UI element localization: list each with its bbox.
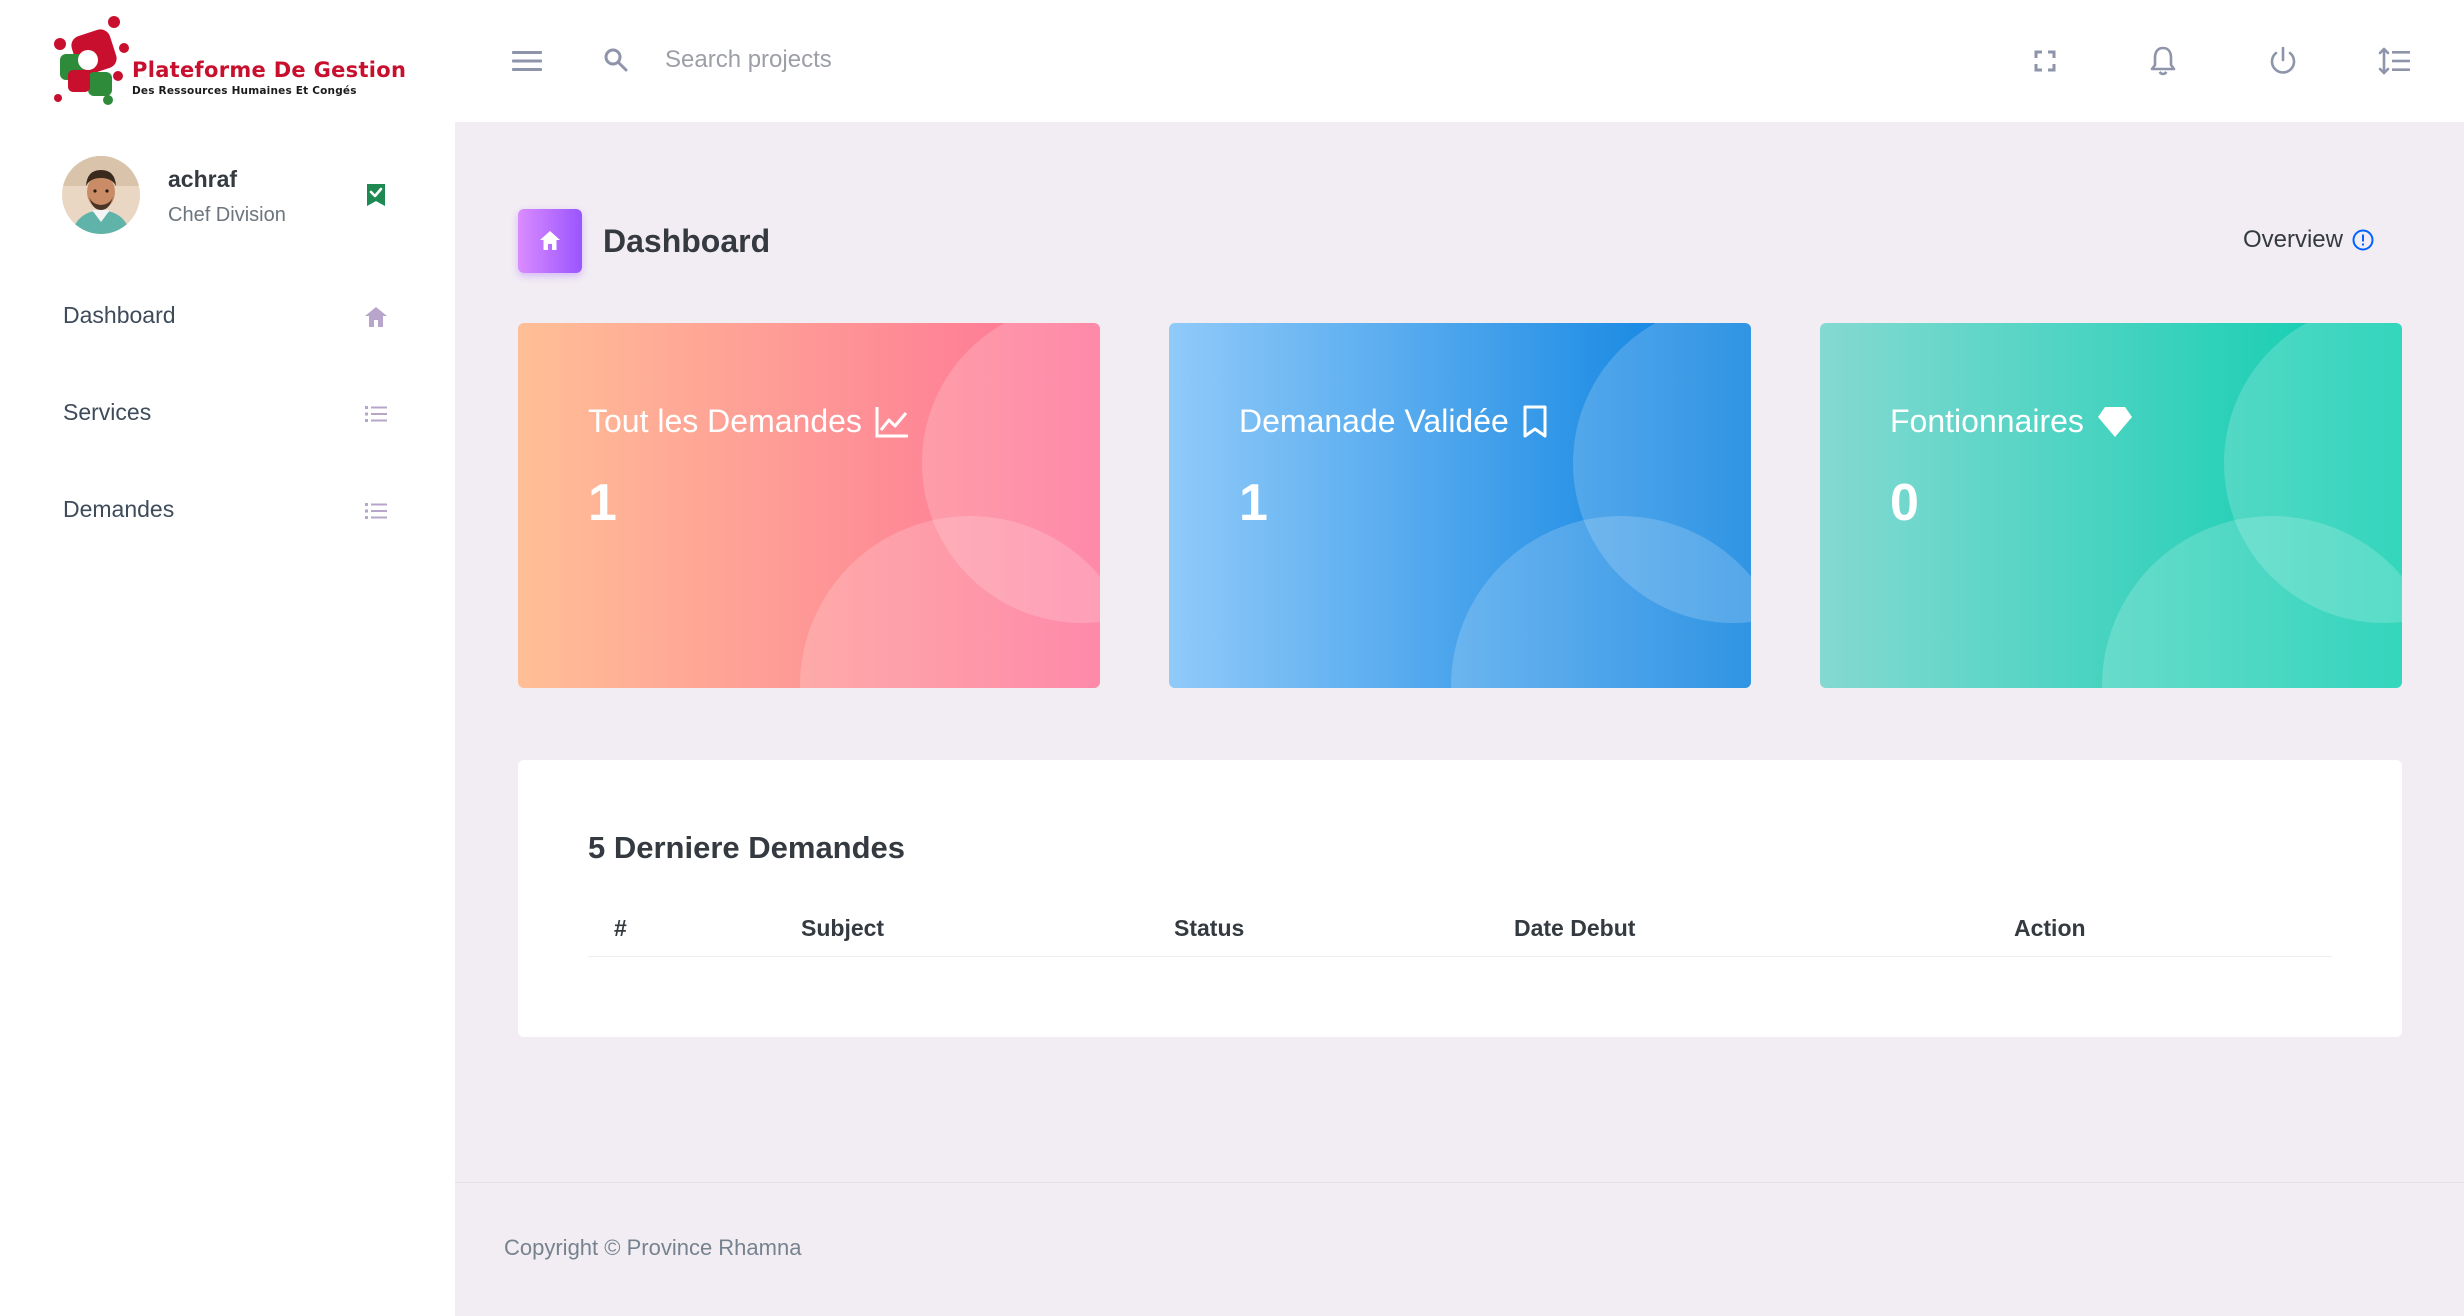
chart-line-icon xyxy=(875,406,908,437)
page-header: Dashboard Overview xyxy=(518,209,2408,273)
brand-subtitle: Des Ressources Humaines Et Congés xyxy=(132,85,357,97)
sidebar-item-demandes[interactable]: Demandes xyxy=(0,464,455,561)
column-header-status: Status xyxy=(1174,915,1245,941)
page-icon xyxy=(518,209,582,273)
stat-card-value: 1 xyxy=(588,474,617,532)
menu-icon[interactable] xyxy=(509,43,545,79)
column-header-date-debut: Date Debut xyxy=(1514,915,1636,941)
bookmark-icon xyxy=(1523,405,1547,437)
search-icon[interactable] xyxy=(602,46,630,74)
stat-card-fontionnaires[interactable]: Fontionnaires 0 xyxy=(1820,323,2402,688)
stat-card-title: Fontionnaires xyxy=(1890,403,2084,439)
line-spacing-icon[interactable] xyxy=(2377,43,2413,79)
stat-card-value: 1 xyxy=(1239,474,1268,532)
search-input[interactable] xyxy=(665,40,1165,80)
bell-icon[interactable] xyxy=(2145,43,2181,79)
page-title: Dashboard xyxy=(603,223,771,259)
overview-link[interactable]: Overview xyxy=(2243,226,2375,254)
brand-title: Plateforme De Gestion xyxy=(132,58,407,82)
list-icon xyxy=(365,503,387,519)
logo-mark-icon xyxy=(54,16,129,105)
sidebar-item-label: Demandes xyxy=(63,496,175,522)
brand-logo[interactable]: Plateforme De Gestion Des Ressources Hum… xyxy=(52,14,412,110)
table-header: # Subject Status Date Debut Action xyxy=(588,905,2332,957)
avatar xyxy=(62,156,140,234)
main-content: Dashboard Overview Tout les Demandes 1 D… xyxy=(455,122,2464,1182)
sidebar-item-label: Services xyxy=(63,399,152,425)
power-icon[interactable] xyxy=(2265,43,2301,79)
stat-card-value: 0 xyxy=(1890,474,1919,532)
panel-title: 5 Derniere Demandes xyxy=(588,830,906,865)
stat-card-total-demandes[interactable]: Tout les Demandes 1 xyxy=(518,323,1100,688)
topbar xyxy=(455,0,2464,122)
column-header-number: # xyxy=(614,915,627,941)
home-icon xyxy=(540,231,560,250)
sidebar-nav: Dashboard Services Demandes xyxy=(0,270,455,561)
list-icon xyxy=(365,406,387,422)
column-header-action: Action xyxy=(2014,915,2086,941)
sidebar-item-dashboard[interactable]: Dashboard xyxy=(0,270,455,367)
sidebar-item-services[interactable]: Services xyxy=(0,367,455,464)
footer: Copyright © Province Rhamna xyxy=(455,1182,2464,1316)
user-name: achraf xyxy=(168,166,238,192)
recent-demandes-panel: 5 Derniere Demandes # Subject Status Dat… xyxy=(518,760,2402,1037)
home-icon xyxy=(365,307,387,327)
copyright-text: Copyright © Province Rhamna xyxy=(504,1235,802,1260)
user-profile[interactable]: achraf Chef Division xyxy=(62,156,402,236)
sidebar: Plateforme De Gestion Des Ressources Hum… xyxy=(0,0,455,1316)
stat-card-title: Tout les Demandes xyxy=(588,403,862,439)
column-header-subject: Subject xyxy=(801,915,885,941)
user-role: Chef Division xyxy=(168,204,286,226)
sidebar-item-label: Dashboard xyxy=(63,302,176,328)
bookmark-check-icon xyxy=(367,184,385,206)
diamond-icon xyxy=(2097,406,2132,437)
overview-label: Overview xyxy=(2242,226,2343,253)
info-icon xyxy=(2352,229,2374,251)
stat-card-title: Demanade Validée xyxy=(1239,403,1509,439)
fullscreen-icon[interactable] xyxy=(2027,43,2063,79)
stat-card-demandes-validees[interactable]: Demanade Validée 1 xyxy=(1169,323,1751,688)
